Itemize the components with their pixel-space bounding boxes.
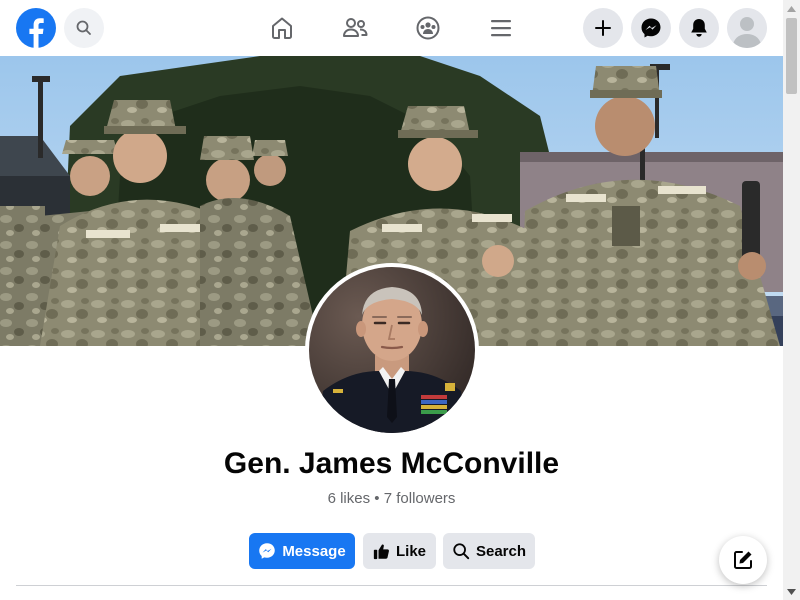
search-button[interactable]: [64, 8, 104, 48]
scrollbar-thumb[interactable]: [786, 18, 797, 94]
message-button-label: Message: [282, 542, 346, 560]
like-button-label: Like: [395, 542, 426, 560]
home-icon: [272, 17, 292, 39]
search-button-label: Search: [475, 542, 527, 560]
friends-icon: [343, 18, 368, 37]
followers-count[interactable]: 7 followers: [384, 490, 456, 507]
create-button[interactable]: [583, 8, 623, 48]
home-tab[interactable]: [266, 12, 298, 44]
like-button[interactable]: Like: [363, 533, 436, 569]
new-message-button[interactable]: [719, 536, 767, 584]
section-divider: [16, 585, 767, 586]
messenger-button[interactable]: [631, 8, 671, 48]
groups-tab[interactable]: [412, 12, 444, 44]
messenger-icon: [641, 18, 661, 38]
top-navigation-bar: [0, 0, 800, 56]
groups-icon: [416, 16, 440, 40]
likes-count[interactable]: 6 likes: [328, 490, 371, 507]
stats-separator: •: [374, 490, 380, 507]
profile-picture[interactable]: [305, 263, 479, 437]
page-stats: 6 likes • 7 followers: [0, 490, 783, 507]
notifications-icon: [691, 19, 707, 37]
search-icon: [76, 20, 91, 35]
message-button[interactable]: Message: [249, 533, 355, 569]
page-scrollbar[interactable]: [783, 0, 800, 600]
plus-icon: [595, 20, 611, 36]
search-icon: [453, 543, 470, 560]
page-title: Gen. James McConville: [223, 447, 560, 480]
menu-tab[interactable]: [485, 12, 517, 44]
search-page-button[interactable]: Search: [443, 533, 535, 569]
profile-picture-image: [309, 267, 475, 433]
friends-tab[interactable]: [339, 12, 371, 44]
notifications-button[interactable]: [679, 8, 719, 48]
messenger-icon: [259, 543, 276, 559]
account-avatar[interactable]: [727, 8, 767, 48]
profile-avatar-icon: [727, 8, 767, 48]
scroll-up-arrow-icon[interactable]: [783, 0, 800, 17]
thumbs-up-icon: [373, 544, 389, 559]
compose-icon: [734, 551, 752, 569]
facebook-logo-icon[interactable]: [16, 8, 56, 48]
menu-icon: [491, 20, 511, 37]
scroll-down-arrow-icon[interactable]: [783, 583, 800, 600]
